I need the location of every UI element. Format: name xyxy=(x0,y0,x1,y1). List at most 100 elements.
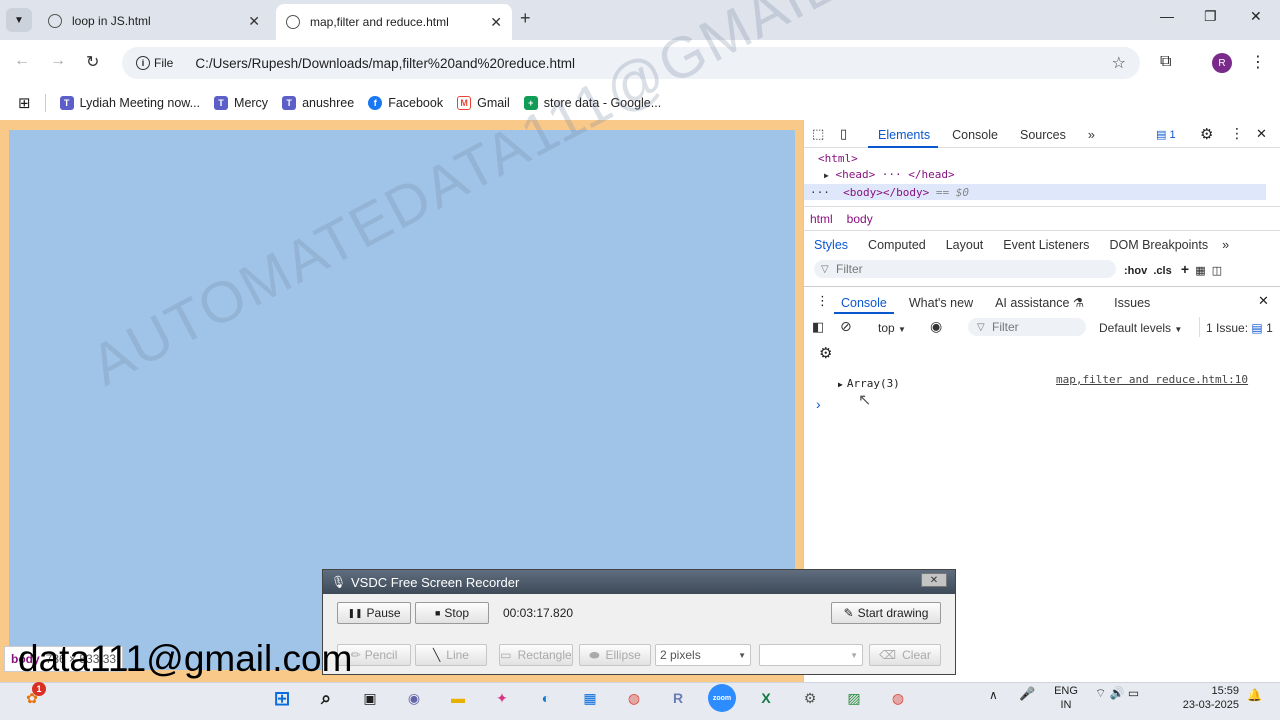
dom-html-node[interactable]: <html> xyxy=(818,152,858,165)
store-icon[interactable]: ▦ xyxy=(576,684,604,712)
devtools-menu-icon[interactable]: ⋮ xyxy=(1230,125,1244,142)
issues-link[interactable]: 1 Issue: ▤ 1 xyxy=(1206,321,1273,335)
add-rule-icon[interactable]: + xyxy=(1181,261,1189,277)
eye-icon[interactable]: ◉ xyxy=(930,318,942,335)
rectangle-tool-button[interactable]: ▭ Rectangle xyxy=(499,644,573,666)
device-toggle-icon[interactable]: ▯ xyxy=(840,126,847,142)
show-hidden-icons-chevron-up-icon[interactable]: ∧ xyxy=(989,688,998,702)
clock[interactable]: 15:59 23-03-2025 xyxy=(1167,684,1239,712)
cls-toggle[interactable]: .cls xyxy=(1153,265,1171,277)
microphone-tray-icon[interactable]: 🎤 xyxy=(1019,686,1035,702)
tab-loop-in-js[interactable]: loop in JS.html ✕ xyxy=(38,6,270,36)
drawer-tab-whats-new[interactable]: What's new xyxy=(909,296,973,310)
styles-filter-input[interactable]: ▽ Filter xyxy=(814,260,1116,278)
chrome-icon[interactable]: ◍ xyxy=(620,684,648,712)
issues-badge[interactable]: ▤ 1 xyxy=(1156,128,1176,141)
breadcrumb-html[interactable]: html xyxy=(810,212,833,226)
line-tool-button[interactable]: ╲ Line xyxy=(415,644,487,666)
expand-arrow-icon[interactable]: ▶ xyxy=(824,171,829,180)
stop-button[interactable]: ■ Stop xyxy=(415,602,489,624)
drawer-tab-ai-assistance[interactable]: AI assistance ⚗ xyxy=(995,295,1084,310)
tab-sources[interactable]: Sources xyxy=(1020,128,1066,142)
clear-button[interactable]: ⌫ Clear xyxy=(869,644,941,666)
drawer-tab-console[interactable]: Console xyxy=(841,296,887,310)
profile-avatar[interactable]: R xyxy=(1212,53,1232,73)
notifications-bell-icon[interactable]: 🔔 xyxy=(1247,688,1262,702)
file-explorer-icon[interactable]: ▬ xyxy=(444,684,472,712)
edge-icon[interactable]: ◐ xyxy=(532,684,560,712)
dom-head-node[interactable]: ▶ <head> ··· </head> xyxy=(824,168,955,181)
teams-chat-icon[interactable]: ◉ xyxy=(400,684,428,712)
new-tab-button[interactable]: + xyxy=(520,8,531,29)
toggle-sidebar-icon[interactable]: ◫ xyxy=(1212,265,1222,277)
drawer-menu-icon[interactable]: ⋮ xyxy=(816,293,829,309)
recorder-title-bar[interactable]: 🎙 VSDC Free Screen Recorder ✕ xyxy=(323,570,955,594)
windows-start-icon[interactable]: ⊞ xyxy=(268,684,296,712)
network-volume-battery-icons[interactable]: ⌔ 🔊 ▭ xyxy=(1095,686,1139,701)
bookmark-item[interactable]: T Lydiah Meeting now... xyxy=(59,96,200,110)
more-tabs-icon[interactable]: » xyxy=(1222,238,1229,252)
console-source-link[interactable]: map,filter and reduce.html:10 xyxy=(1056,373,1248,386)
bookmark-star-icon[interactable]: ☆ xyxy=(1112,53,1126,73)
sidebar-toggle-icon[interactable]: ◧ xyxy=(812,319,824,335)
console-message[interactable]: ▶ Array(3) map,filter and reduce.html:10 xyxy=(838,373,1278,392)
recorder-close-button[interactable]: ✕ xyxy=(921,573,947,587)
log-levels-dropdown[interactable]: Default levels ▼ xyxy=(1099,321,1182,335)
settings-icon[interactable]: ⚙ xyxy=(796,684,824,712)
clear-console-icon[interactable]: ⊘ xyxy=(840,318,852,335)
color-select[interactable]: ▼ xyxy=(759,644,863,666)
tab-search-button[interactable]: ▼ xyxy=(6,8,32,32)
reload-icon[interactable]: ↻ xyxy=(86,52,99,72)
language-indicator[interactable]: ENG IN xyxy=(1051,684,1081,712)
maximize-button[interactable]: ❐ xyxy=(1204,8,1217,25)
expand-arrow-icon[interactable]: ▶ xyxy=(838,380,843,389)
ellipse-tool-button[interactable]: ⬬ Ellipse xyxy=(579,644,651,666)
task-view-icon[interactable]: ▣ xyxy=(356,684,384,712)
dom-body-node[interactable]: ··· <body></body> == $0 xyxy=(810,186,969,199)
settings-gear-icon[interactable]: ⚙ xyxy=(1200,125,1213,143)
search-icon[interactable]: ⌕ xyxy=(312,684,340,712)
back-arrow-icon[interactable]: ← xyxy=(14,52,30,70)
start-drawing-button[interactable]: ✎ Start drawing xyxy=(831,602,941,624)
bookmark-item[interactable]: f Facebook xyxy=(368,96,443,110)
color-palette-icon[interactable]: ▦ xyxy=(1195,265,1205,277)
tab-computed[interactable]: Computed xyxy=(868,238,926,252)
bookmark-item[interactable]: Tanushree xyxy=(282,96,354,110)
console-settings-gear-icon[interactable]: ⚙ xyxy=(819,344,832,362)
more-tabs-icon[interactable]: » xyxy=(1088,128,1095,142)
copilot-icon[interactable]: ✦ xyxy=(488,684,516,712)
excel-icon[interactable]: X xyxy=(752,684,780,712)
chrome-profile-icon[interactable]: ◍ xyxy=(884,684,912,712)
apps-grid-icon[interactable]: ⊞ xyxy=(18,94,31,112)
zoom-icon[interactable]: zoom xyxy=(708,684,736,712)
close-window-button[interactable]: ✕ xyxy=(1250,8,1262,25)
r-app-icon[interactable]: R xyxy=(664,684,692,712)
bookmark-item[interactable]: M Gmail xyxy=(457,96,510,110)
pause-button[interactable]: ❚❚ Pause xyxy=(337,602,411,624)
breadcrumb-body[interactable]: body xyxy=(847,212,873,226)
console-filter-input[interactable]: ▽ Filter xyxy=(968,318,1086,336)
hov-toggle[interactable]: :hov xyxy=(1124,265,1147,277)
close-drawer-icon[interactable]: ✕ xyxy=(1258,293,1269,309)
forward-arrow-icon[interactable]: → xyxy=(50,52,66,70)
tab-styles[interactable]: Styles xyxy=(814,238,848,252)
site-info-chip[interactable]: i File xyxy=(128,51,181,75)
tab-console[interactable]: Console xyxy=(952,128,998,142)
tab-event-listeners[interactable]: Event Listeners xyxy=(1003,238,1089,252)
minimize-button[interactable]: — xyxy=(1160,8,1174,24)
tab-map-filter-reduce[interactable]: map,filter and reduce.html ✕ xyxy=(276,4,512,40)
url-text[interactable]: C:/Users/Rupesh/Downloads/map,filter%20a… xyxy=(195,56,575,71)
close-devtools-icon[interactable]: ✕ xyxy=(1256,126,1267,142)
close-tab-icon[interactable]: ✕ xyxy=(248,13,260,30)
close-tab-icon[interactable]: ✕ xyxy=(490,14,502,31)
inspect-element-icon[interactable]: ⬚ xyxy=(812,126,824,142)
context-selector[interactable]: top ▼ xyxy=(878,321,906,335)
bookmark-item[interactable]: T Mercy xyxy=(214,96,268,110)
tab-layout[interactable]: Layout xyxy=(946,238,984,252)
notification-app-icon[interactable]: ✿ 1 xyxy=(18,682,46,712)
console-message-text[interactable]: Array(3) xyxy=(847,377,900,390)
console-prompt-icon[interactable]: › xyxy=(816,396,821,412)
browser-menu-icon[interactable]: ⋮ xyxy=(1250,52,1266,72)
thickness-select[interactable]: 2 pixels ▼ xyxy=(655,644,751,666)
extensions-puzzle-icon[interactable]: ⧉ xyxy=(1160,53,1171,71)
